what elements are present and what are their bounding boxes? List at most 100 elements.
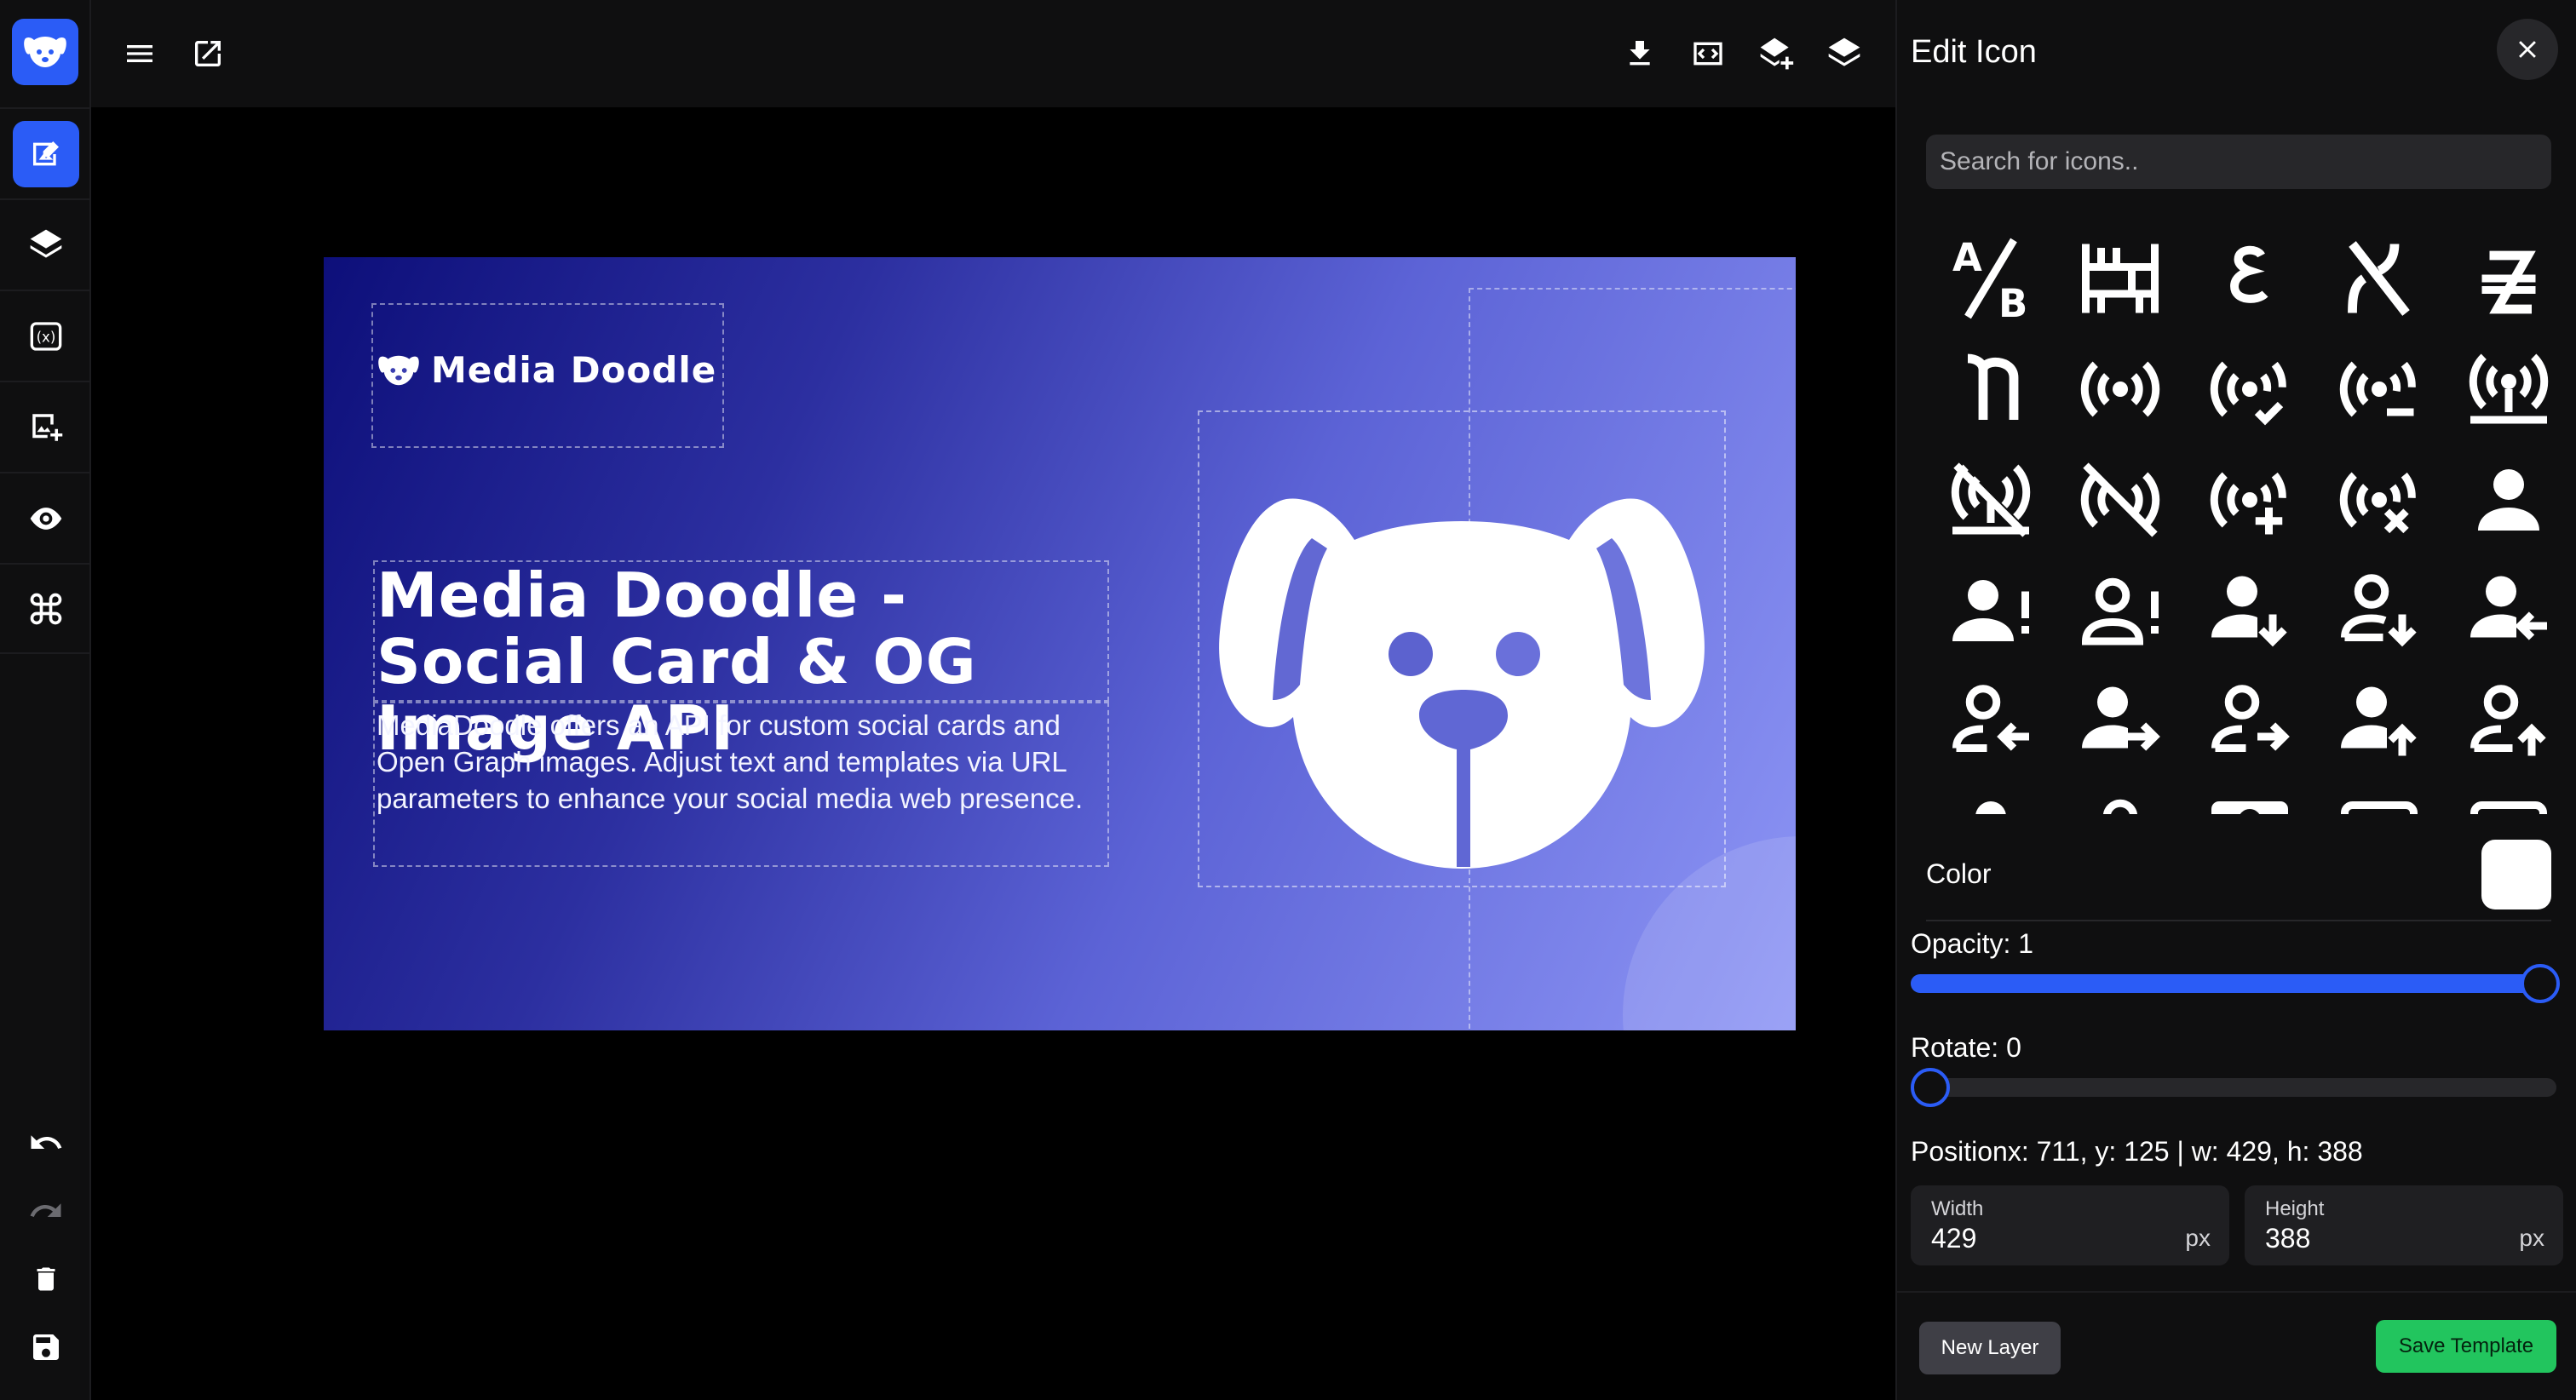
add-image-tool[interactable] [0, 381, 91, 472]
icon-search-input[interactable] [1926, 135, 2551, 189]
opacity-label: Opacity: 1 [1911, 928, 2034, 959]
save-template-button[interactable]: Save Template [2376, 1320, 2556, 1373]
embed-icon [1693, 42, 1722, 66]
save-icon [32, 1334, 59, 1360]
delete-button[interactable] [0, 1245, 91, 1313]
svg-text:(x): (x) [36, 329, 55, 345]
access-point-network-off-icon[interactable] [1926, 445, 2056, 555]
svg-text:A: A [1952, 235, 1982, 280]
rotate-label: Rotate: 0 [1911, 1032, 2021, 1063]
account-alert-outline-icon[interactable] [2056, 555, 2185, 666]
account-arrow-left-outline-icon[interactable] [1926, 666, 2056, 777]
account-arrow-up-outline-icon[interactable] [2444, 666, 2551, 777]
height-value[interactable]: 388 [2265, 1223, 2310, 1254]
close-panel-button[interactable] [2497, 19, 2558, 80]
account-arrow-left-icon[interactable] [2444, 555, 2551, 666]
opacity-slider-fill [1911, 974, 2556, 993]
edit-image-tool[interactable] [0, 107, 91, 198]
download-button[interactable] [1619, 32, 1661, 75]
account-arrow-up-icon[interactable] [2314, 666, 2444, 777]
brand-logo[interactable]: Media Doodle [375, 349, 716, 391]
left-toolbar: (x) [0, 0, 91, 1400]
top-toolbar [91, 0, 1895, 107]
edit-icon-panel: Edit Icon AB [1895, 0, 2576, 1400]
account-card-icon[interactable] [2185, 777, 2314, 814]
account-details-icon[interactable] [2444, 777, 2551, 814]
eye-icon [30, 507, 61, 530]
opacity-slider-knob[interactable] [2521, 964, 2560, 1003]
access-point-check-icon[interactable] [2185, 334, 2314, 445]
access-point-off-icon[interactable] [2056, 445, 2185, 555]
width-value[interactable]: 429 [1931, 1223, 1976, 1254]
variables-icon: (x) [30, 321, 61, 351]
account-arrow-down-outline-icon[interactable] [2314, 555, 2444, 666]
menu-icon [127, 45, 152, 62]
account-arrow-down-icon[interactable] [2185, 555, 2314, 666]
panel-footer: New Layer Save Template [1897, 1291, 2576, 1400]
account-box-outline-icon[interactable] [2056, 777, 2185, 814]
abacus-icon[interactable] [2056, 223, 2185, 334]
trash-icon [37, 1267, 55, 1291]
brand-name: Media Doodle [431, 349, 717, 391]
account-alert-icon[interactable] [1926, 555, 2056, 666]
abugida-icon[interactable] [2185, 223, 2314, 334]
access-point-minus-icon[interactable] [2314, 334, 2444, 445]
open-external-button[interactable] [187, 32, 229, 75]
account-card-outline-icon[interactable] [2314, 777, 2444, 814]
height-label: Height [2265, 1197, 2325, 1220]
layer-stack-icon [1828, 37, 1860, 66]
a-over-b-icon[interactable]: AB [1926, 223, 2056, 334]
variables-tool[interactable]: (x) [0, 290, 91, 381]
close-icon [2519, 41, 2536, 58]
access-point-icon[interactable] [2056, 334, 2185, 445]
menu-button[interactable] [118, 32, 161, 75]
puppy-icon [378, 355, 419, 385]
icon-grid: AB [1926, 223, 2551, 814]
rotate-slider[interactable] [1911, 1068, 2556, 1107]
access-point-network-icon[interactable] [2444, 334, 2551, 445]
width-unit: px [2185, 1225, 2211, 1251]
width-field[interactable]: Width 429 px [1911, 1185, 2229, 1265]
opacity-slider[interactable] [1911, 964, 2560, 1003]
add-image-icon [32, 413, 62, 441]
new-layer-button[interactable]: New Layer [1919, 1322, 2061, 1374]
layers-tool[interactable] [0, 198, 91, 290]
svg-text:B: B [1998, 281, 2027, 324]
open-external-icon [195, 41, 221, 66]
undo-button[interactable] [0, 1109, 91, 1177]
account-arrow-right-icon[interactable] [2056, 666, 2185, 777]
austral-icon[interactable] [2444, 223, 2551, 334]
add-layer-button[interactable] [1755, 32, 1797, 75]
alef-icon[interactable] [2314, 223, 2444, 334]
preview-tool[interactable] [0, 472, 91, 563]
layers-icon [30, 229, 61, 258]
account-box-icon[interactable] [1926, 777, 2056, 814]
panel-title: Edit Icon [1911, 34, 2037, 70]
app-root: (x) Media Doodle Media Doodle - Social C… [0, 0, 2576, 1400]
layer-plus-icon [1760, 37, 1794, 70]
shortcuts-tool[interactable] [0, 563, 91, 654]
account-icon[interactable] [2444, 445, 2551, 555]
color-swatch[interactable] [2481, 840, 2551, 909]
undo-icon [31, 1135, 61, 1149]
ayin-icon[interactable] [1926, 334, 2056, 445]
rotate-slider-knob[interactable] [1911, 1068, 1950, 1107]
command-icon [30, 593, 61, 624]
color-row: Color [1926, 840, 2551, 921]
card-description[interactable]: MediaDoodle offers an API for custom soc… [377, 707, 1126, 817]
redo-button[interactable] [0, 1177, 91, 1245]
access-point-remove-icon[interactable] [2314, 445, 2444, 555]
position-readout: Positionx: 711, y: 125 | w: 429, h: 388 [1911, 1136, 2363, 1167]
embed-button[interactable] [1687, 32, 1729, 75]
account-arrow-right-outline-icon[interactable] [2185, 666, 2314, 777]
height-field[interactable]: Height 388 px [2245, 1185, 2563, 1265]
dog-face-icon[interactable] [1218, 487, 1705, 870]
social-card-canvas[interactable]: Media Doodle Media Doodle - Social Card … [324, 257, 1796, 1030]
layers-button[interactable] [1823, 32, 1866, 75]
puppy-logo-icon[interactable] [12, 19, 78, 85]
height-unit: px [2519, 1225, 2544, 1251]
edit-image-icon [32, 141, 59, 165]
access-point-plus-icon[interactable] [2185, 445, 2314, 555]
width-label: Width [1931, 1197, 1984, 1220]
save-button[interactable] [0, 1313, 91, 1381]
